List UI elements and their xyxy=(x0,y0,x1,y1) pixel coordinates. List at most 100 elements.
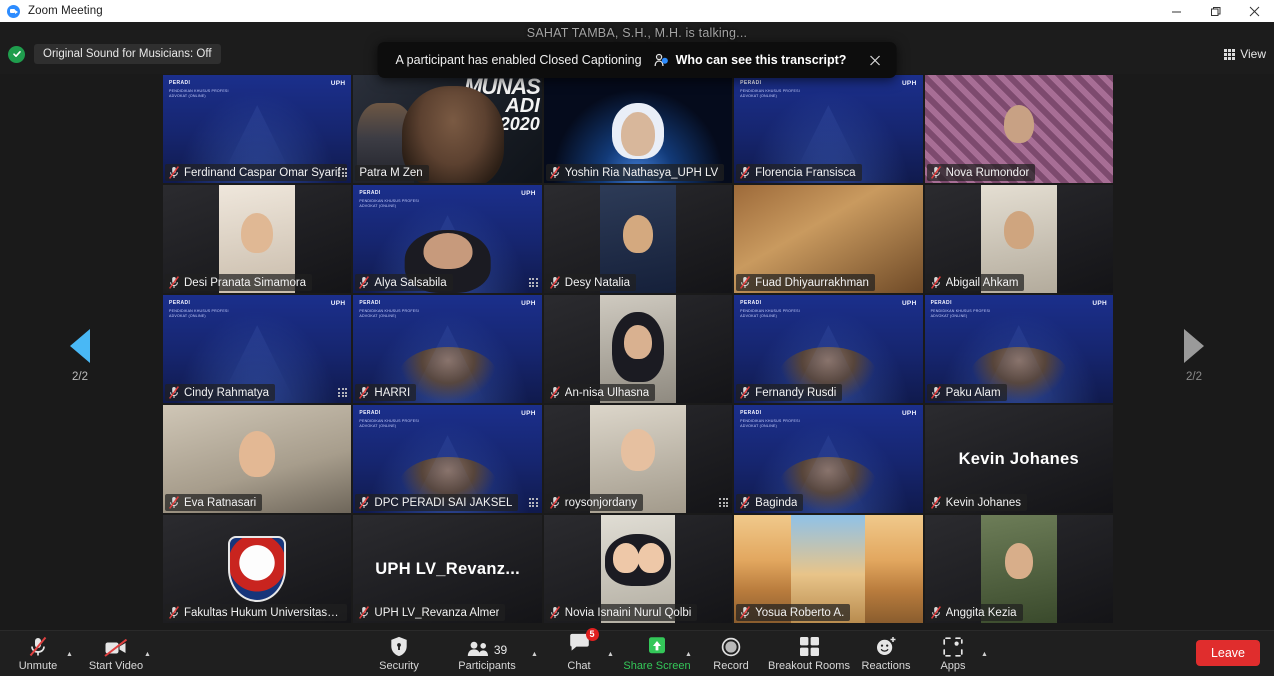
shield-icon xyxy=(390,636,408,657)
previous-page-indicator: 2/2 xyxy=(72,371,88,383)
peradi-logo: PERADI PENDIDIKAN KHUSUS PROFESI ADVOKAT … xyxy=(359,300,420,318)
toolbar-button-participants[interactable]: 39 Participants xyxy=(437,633,537,675)
close-icon[interactable] xyxy=(862,47,888,73)
toolbar-label: Unmute xyxy=(18,659,58,672)
toolbar-label: Apps xyxy=(940,659,966,672)
participant-nameplate: Anggita Kezia xyxy=(926,604,1023,621)
drag-handle-icon[interactable] xyxy=(528,278,538,287)
participant-tile[interactable]: roysonjordany xyxy=(542,404,734,514)
participant-tile[interactable]: Novia Isnaini Nurul Qolbi xyxy=(542,514,734,624)
participant-tile[interactable]: PERADI PENDIDIKAN KHUSUS PROFESI ADVOKAT … xyxy=(162,294,353,404)
chevron-up-icon[interactable]: ▲ xyxy=(981,651,988,658)
microphone-muted-icon xyxy=(168,496,180,509)
participant-nameplate: An-nisa Ulhasna xyxy=(545,384,656,401)
participant-tile[interactable]: An-nisa Ulhasna xyxy=(542,294,734,404)
microphone-muted-icon xyxy=(930,606,941,619)
participant-tile[interactable]: Yosua Roberto A. xyxy=(733,514,924,624)
participant-tile[interactable]: Nova Rumondor xyxy=(923,74,1114,184)
microphone-muted-icon xyxy=(168,276,180,289)
chat-icon: 5 xyxy=(569,627,599,657)
participant-nameplate: Desy Natalia xyxy=(545,274,636,291)
participant-nameplate: Eva Ratnasari xyxy=(165,494,263,511)
peradi-logo: PERADI PENDIDIKAN KHUSUS PROFESI ADVOKAT … xyxy=(169,80,229,98)
participant-tile[interactable]: Kevin Johanes Kevin Johanes xyxy=(923,404,1114,514)
microphone-muted-icon xyxy=(549,606,560,619)
restore-icon[interactable] xyxy=(1196,0,1235,22)
participant-name: Eva Ratnasari xyxy=(184,496,257,509)
uph-logo: UPH xyxy=(330,300,346,307)
next-page-indicator: 2/2 xyxy=(1186,371,1202,383)
chevron-up-icon[interactable]: ▲ xyxy=(144,651,151,658)
participant-tile[interactable]: PERADI PENDIDIKAN KHUSUS PROFESI ADVOKAT … xyxy=(352,184,543,294)
drag-handle-icon[interactable] xyxy=(338,388,348,397)
participant-tile[interactable]: Anggita Kezia xyxy=(923,514,1114,624)
participant-tile[interactable]: PERADI PENDIDIKAN KHUSUS PROFESI ADVOKAT … xyxy=(733,74,924,184)
drag-handle-icon[interactable] xyxy=(719,498,729,507)
participant-tile[interactable]: PERADI PENDIDIKAN KHUSUS PROFESI ADVOKAT … xyxy=(352,294,543,404)
participant-tile[interactable]: PERADI PENDIDIKAN KHUSUS PROFESI ADVOKAT … xyxy=(352,404,543,514)
toolbar-label: Security xyxy=(379,659,419,672)
participant-name: Desy Natalia xyxy=(564,276,630,289)
toolbar-label: Record xyxy=(713,659,749,672)
toolbar-button-security[interactable]: Security xyxy=(349,633,449,675)
grid-icon xyxy=(1224,48,1236,60)
microphone-muted-icon xyxy=(549,386,560,399)
participant-nameplate: DPC PERADI SAI JAKSEL xyxy=(355,494,519,511)
participant-tile[interactable]: PERADI PENDIDIKAN KHUSUS PROFESI ADVOKAT … xyxy=(733,404,924,514)
video-off-icon xyxy=(104,637,128,657)
participant-tile[interactable]: UPH LV_Revanz... UPH LV_Revanza Almer xyxy=(352,514,543,624)
participant-tile[interactable]: Desi Pranata Simamora xyxy=(162,184,353,294)
talking-status: SAHAT TAMBA, S.H., M.H. is talking... xyxy=(526,26,748,40)
uph-logo: UPH xyxy=(521,190,536,197)
next-page-control[interactable]: 2/2 xyxy=(1114,329,1274,383)
window-controls xyxy=(1157,0,1274,22)
participant-name: Fuad Dhiyaurrakhman xyxy=(755,276,869,289)
uph-logo: UPH xyxy=(521,410,536,417)
original-sound-indicator[interactable]: Original Sound for Musicians: Off xyxy=(8,44,221,64)
uph-logo: UPH xyxy=(330,80,346,87)
participant-tile[interactable]: PERADI PENDIDIKAN KHUSUS PROFESI ADVOKAT … xyxy=(923,294,1114,404)
participant-name: An-nisa Ulhasna xyxy=(564,386,650,399)
participant-tile[interactable]: PERADI PENDIDIKAN KHUSUS PROFESI ADVOKAT … xyxy=(733,294,924,404)
close-icon[interactable] xyxy=(1235,0,1274,22)
participant-tile[interactable]: Fuad Dhiyaurrakhman xyxy=(733,184,924,294)
view-button[interactable]: View xyxy=(1224,47,1266,61)
toolbar-button-start-video[interactable]: Start Video xyxy=(66,633,166,675)
meeting-header: SAHAT TAMBA, S.H., M.H. is talking... Or… xyxy=(0,22,1274,78)
microphone-muted-icon xyxy=(549,166,560,179)
participant-name: Yoshin Ria Nathasya_UPH LV xyxy=(564,166,719,179)
participant-name: Baginda xyxy=(755,496,798,509)
minimize-icon[interactable] xyxy=(1157,0,1196,22)
window-title: Zoom Meeting xyxy=(28,5,103,17)
leave-button[interactable]: Leave xyxy=(1195,640,1260,666)
university-crest-icon xyxy=(228,536,287,602)
original-sound-label: Original Sound for Musicians: Off xyxy=(34,44,221,64)
participant-tile[interactable]: Eva Ratnasari xyxy=(162,404,353,514)
participant-tile[interactable]: MUNAS ADI 2020 Patra M Zen xyxy=(352,74,543,184)
participant-grid: PERADI PENDIDIKAN KHUSUS PROFESI ADVOKAT … xyxy=(162,74,1114,624)
triangle-left-icon xyxy=(70,329,90,363)
toolbar-label: Start Video xyxy=(88,659,144,672)
drag-handle-icon[interactable] xyxy=(528,498,538,507)
participant-tile[interactable]: Yoshin Ria Nathasya_UPH LV xyxy=(542,74,734,184)
peradi-logo: PERADI PENDIDIKAN KHUSUS PROFESI ADVOKAT … xyxy=(930,300,991,318)
previous-page-control[interactable]: 2/2 xyxy=(0,329,160,383)
check-circle-icon xyxy=(8,45,25,63)
record-icon xyxy=(721,637,741,657)
toolbar-button-apps[interactable]: Apps xyxy=(903,633,1003,675)
participant-tile[interactable]: Fakultas Hukum Universitas Pelita ... xyxy=(162,514,353,624)
microphone-muted-icon xyxy=(740,386,751,399)
participant-nameplate: Yosua Roberto A. xyxy=(736,604,851,621)
participant-nameplate: Yoshin Ria Nathasya_UPH LV xyxy=(545,164,725,181)
participant-name: Fernandy Rusdi xyxy=(755,386,837,399)
participant-tile[interactable]: Desy Natalia xyxy=(542,184,734,294)
share-screen-icon xyxy=(645,636,669,657)
participant-nameplate: Paku Alam xyxy=(926,384,1007,401)
toolbar-label: Participants xyxy=(458,659,516,672)
cc-notification-message: A participant has enabled Closed Caption… xyxy=(395,53,642,67)
drag-handle-icon[interactable] xyxy=(338,168,348,177)
participant-tile[interactable]: Abigail Ahkam xyxy=(923,184,1114,294)
participant-nameplate: Baginda xyxy=(736,494,804,511)
who-can-see-transcript-link[interactable]: Who can see this transcript? xyxy=(654,53,846,67)
participant-tile[interactable]: PERADI PENDIDIKAN KHUSUS PROFESI ADVOKAT … xyxy=(162,74,353,184)
